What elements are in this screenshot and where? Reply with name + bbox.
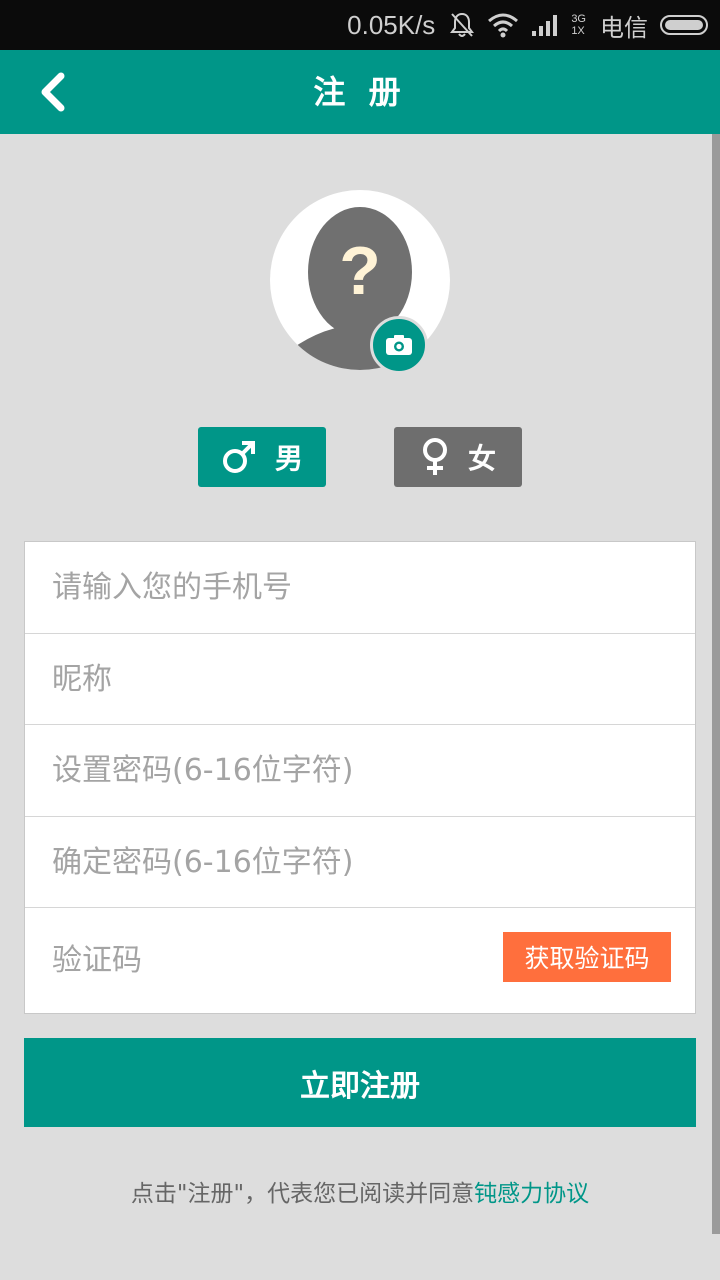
agreement-prefix: 点击"注册"，代表您已阅读并同意 xyxy=(130,1181,475,1207)
app-header: 注 册 xyxy=(0,50,720,134)
female-symbol-icon xyxy=(422,438,447,475)
bell-off-icon xyxy=(449,11,475,39)
verification-code-input[interactable] xyxy=(52,908,472,1013)
signal-icon xyxy=(531,13,559,37)
registration-form: 获取验证码 xyxy=(24,541,696,1014)
password-input[interactable] xyxy=(52,725,492,816)
phone-input[interactable] xyxy=(52,542,492,633)
avatar-question-mark: ? xyxy=(339,233,381,309)
network-type: 3G 1X xyxy=(571,13,586,37)
password-row xyxy=(25,725,695,817)
page-title: 注 册 xyxy=(313,73,407,111)
confirm-password-row xyxy=(25,817,695,908)
network-type-bottom: 1X xyxy=(571,25,585,37)
wifi-icon xyxy=(487,12,519,38)
network-type-top: 3G xyxy=(571,13,586,25)
carrier-name: 电信 xyxy=(600,13,648,42)
gender-female-button[interactable]: 女 xyxy=(394,427,522,487)
gender-male-label: 男 xyxy=(274,442,303,475)
battery-icon xyxy=(660,15,708,35)
phone-row xyxy=(25,542,695,634)
camera-icon xyxy=(386,335,412,355)
confirm-password-input[interactable] xyxy=(52,817,492,907)
get-code-button[interactable]: 获取验证码 xyxy=(503,932,671,982)
status-bar: 0.05K/s 3G 1X 电信 xyxy=(0,0,720,50)
nickname-input[interactable] xyxy=(52,634,492,724)
gender-female-label: 女 xyxy=(467,442,496,475)
agreement-text: 点击"注册"，代表您已阅读并同意钝感力协议 xyxy=(0,1174,720,1208)
camera-button[interactable] xyxy=(370,316,428,374)
avatar-picker[interactable]: ? xyxy=(270,190,450,374)
verification-row: 获取验证码 xyxy=(25,908,695,1013)
register-button[interactable]: 立即注册 xyxy=(24,1038,696,1127)
network-speed: 0.05K/s xyxy=(347,9,436,40)
gender-male-button[interactable]: 男 xyxy=(198,427,326,487)
agreement-link[interactable]: 钝感力协议 xyxy=(474,1181,589,1207)
nickname-row xyxy=(25,634,695,725)
male-symbol-icon xyxy=(222,441,255,473)
scrollbar[interactable] xyxy=(712,134,720,1234)
